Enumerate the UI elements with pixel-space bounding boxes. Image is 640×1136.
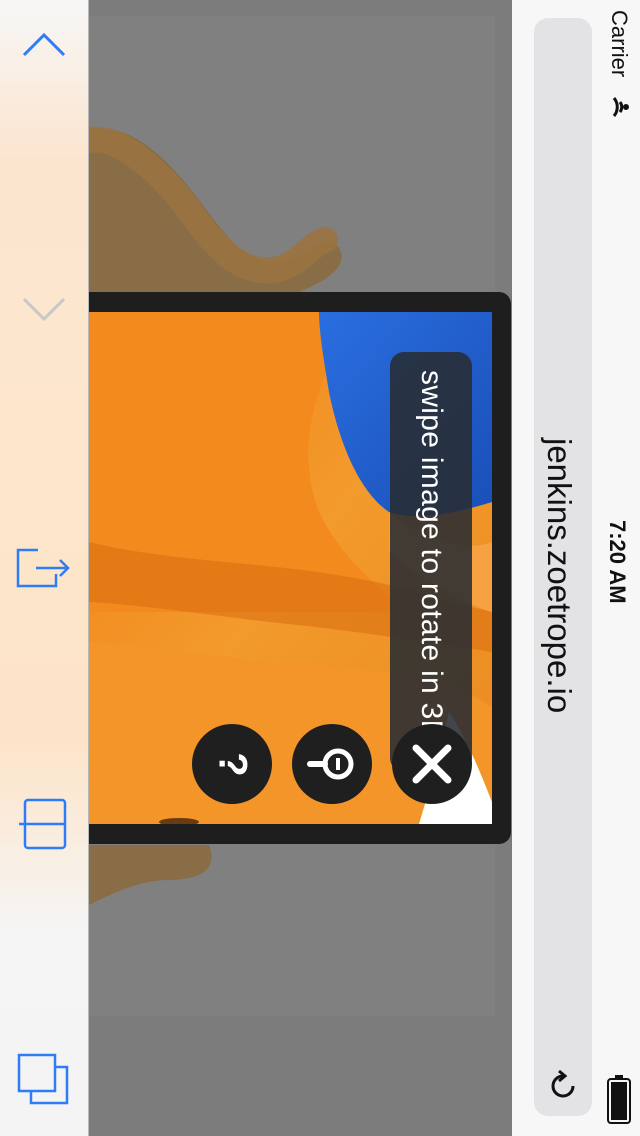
magnifier-icon xyxy=(307,748,354,780)
web-content[interactable]: swipe image to rotate in 3D ? xyxy=(89,0,511,1136)
rotate-hint-tooltip: swipe image to rotate in 3D xyxy=(390,352,472,772)
battery-icon xyxy=(607,1075,631,1124)
share-button[interactable] xyxy=(0,538,88,598)
next-button[interactable] xyxy=(0,280,88,340)
clock: 7:20 AM xyxy=(605,520,630,604)
address-bar[interactable]: jenkins.zoetrope.io xyxy=(534,18,592,1116)
help-button[interactable]: ? xyxy=(192,724,272,804)
bookmarks-button[interactable] xyxy=(0,792,88,856)
zoom-button[interactable] xyxy=(292,724,372,804)
carrier-label: Carrier xyxy=(607,10,632,78)
close-icon xyxy=(412,744,452,784)
help-icon: ? xyxy=(210,751,255,777)
bookmarks-icon xyxy=(19,798,67,850)
tabs-button[interactable] xyxy=(0,1050,88,1110)
3d-viewer-modal: swipe image to rotate in 3D ? xyxy=(89,292,511,844)
share-icon xyxy=(16,548,70,588)
previous-button[interactable] xyxy=(0,14,88,74)
chevron-down-icon xyxy=(22,297,66,322)
tabs-icon xyxy=(17,1053,69,1105)
url-text: jenkins.zoetrope.io xyxy=(541,438,578,714)
navigation-bar: jenkins.zoetrope.io Carrier 7:20 AM xyxy=(512,0,640,1136)
chevron-up-icon xyxy=(22,32,66,57)
rotate-hint-text: swipe image to rotate in 3D xyxy=(415,370,448,742)
bottom-toolbar xyxy=(0,0,89,1136)
reload-icon[interactable] xyxy=(545,1068,581,1104)
wifi-icon xyxy=(612,97,629,117)
close-button[interactable] xyxy=(392,724,472,804)
